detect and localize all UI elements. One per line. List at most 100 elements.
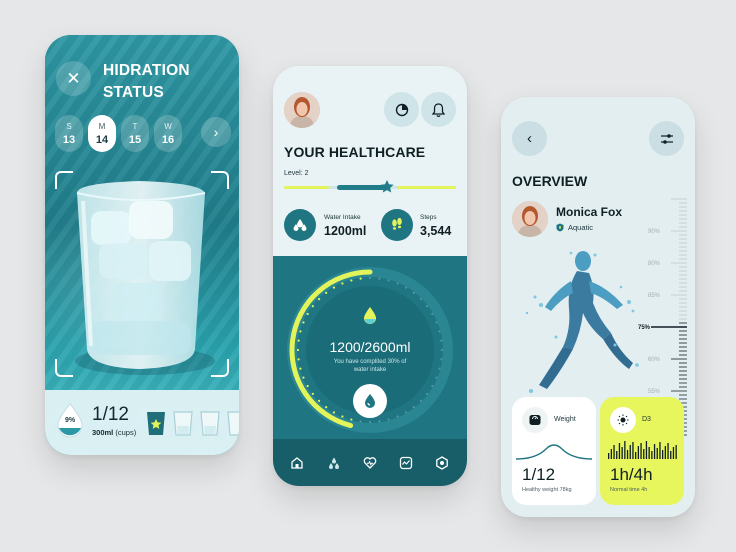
water-drop-icon (364, 307, 376, 324)
gauge-tick (332, 286, 336, 289)
day-letter: M (98, 121, 106, 131)
d3-subtitle: Normal time 4h (610, 487, 648, 493)
gauge-tick (435, 376, 438, 379)
add-water-button[interactable] (353, 384, 387, 418)
day-monday[interactable]: M 14 (88, 115, 116, 152)
ruler-label: 60% (648, 357, 661, 363)
day-sunday[interactable]: S 13 (55, 115, 83, 152)
close-button[interactable]: ✕ (56, 61, 91, 96)
gauge-tick (419, 399, 423, 403)
page-title: YOUR HEALTHCARE (284, 144, 426, 160)
activity-icon[interactable] (399, 456, 413, 470)
cups-count: 1/12 (92, 404, 129, 425)
day-number: 15 (128, 133, 142, 146)
cup-filled-icon[interactable] (146, 410, 166, 436)
d3-bar (664, 446, 666, 459)
chevron-right-icon: › (213, 124, 219, 140)
profile-photo (512, 201, 548, 237)
gauge-tick (440, 358, 443, 361)
footsteps-icon (392, 217, 402, 230)
water-drop-icon (365, 394, 375, 408)
d3-bar (675, 445, 677, 459)
d3-bar (635, 452, 637, 459)
d3-bar (608, 453, 610, 459)
avatar[interactable] (512, 201, 548, 237)
gauge-tick (419, 297, 423, 301)
d3-value: 1h/4h (610, 465, 653, 484)
d3-bar (648, 447, 650, 459)
filter-button[interactable] (649, 121, 684, 156)
day-letter: W (164, 121, 172, 131)
weight-card[interactable]: Weight 1/12 Healthy weight 78kg (512, 397, 596, 505)
d3-bar (613, 445, 615, 459)
settings-icon[interactable] (435, 456, 449, 470)
ruler-label: 55% (648, 389, 661, 395)
day-tuesday[interactable]: T 15 (121, 115, 149, 152)
level-star-handle[interactable] (379, 179, 395, 195)
weight-subtitle: Healthy weight 78kg (522, 487, 572, 493)
scale-icon (529, 415, 541, 425)
cups-ml: 300ml (92, 428, 114, 437)
next-days-button[interactable]: › (201, 117, 231, 147)
d3-bar (653, 444, 656, 459)
hydration-percent: 9% (64, 417, 76, 424)
cup-empty-icon[interactable] (173, 410, 193, 436)
weight-curve (516, 444, 592, 460)
level-track-segment (397, 186, 456, 189)
healthcare-screen: YOUR HEALTHCARE Level: 2 Water Intake 12… (273, 66, 467, 486)
d3-bar (662, 450, 664, 459)
sliders-icon (660, 133, 673, 144)
day-letter: S (66, 121, 72, 131)
day-letter: T (132, 121, 138, 131)
d3-bar (659, 442, 661, 459)
gauge-tick (431, 312, 434, 316)
gauge-tick (396, 282, 399, 285)
gauge-tick (431, 384, 434, 388)
gauge-tick (306, 384, 309, 388)
d3-bar (632, 442, 634, 459)
gauge-tick (306, 312, 309, 316)
back-button[interactable]: ‹ (512, 121, 547, 156)
day-number: 13 (62, 133, 76, 146)
hydration-status-screen: ✕ HIDRATION STATUS S 13 M 14 T 15 W 16 › (45, 35, 239, 455)
water-intake-icon-wrap (284, 209, 316, 241)
d3-bar (616, 451, 618, 459)
d3-bar (645, 441, 648, 459)
d3-bar (626, 450, 629, 459)
gauge-tick (368, 420, 372, 424)
close-icon: ✕ (66, 68, 81, 88)
home-icon[interactable] (290, 456, 304, 470)
user-tag-label: Aquatic (568, 223, 594, 232)
ruler-label: 80% (648, 261, 661, 267)
gauge-tick (396, 415, 399, 418)
d3-bar (610, 449, 612, 459)
d3-icon-wrap (610, 407, 636, 433)
gauge-tick (412, 291, 415, 294)
gauge-tick (350, 279, 353, 282)
cups-panel: 9% 1/12 300ml (cups) (45, 390, 239, 455)
water-intake-value: 1200ml (324, 224, 367, 238)
d3-card[interactable]: D3 1h/4h Normal time 4h (600, 397, 684, 505)
stats-button[interactable] (384, 92, 419, 127)
notifications-button[interactable] (421, 92, 456, 127)
gauge-tick (404, 286, 408, 289)
avatar[interactable] (284, 92, 320, 128)
day-wednesday[interactable]: W 16 (154, 115, 182, 152)
cup-empty-icon[interactable] (200, 410, 220, 436)
heart-icon[interactable] (363, 456, 377, 470)
gauge-tick (317, 399, 321, 403)
drops-icon[interactable] (327, 456, 341, 470)
ruler-label: 85% (648, 293, 661, 299)
water-body-figure-image (525, 251, 639, 393)
gauge-tick (299, 367, 302, 370)
cup-empty-icon[interactable] (227, 410, 239, 436)
d3-bar (672, 447, 675, 459)
gauge-tick (350, 418, 353, 421)
gauge-tick (311, 305, 314, 308)
ruler-label: 90% (648, 229, 661, 235)
d3-bar (651, 451, 653, 459)
chevron-left-icon: ‹ (527, 130, 532, 147)
overview-screen: ‹ OVERVIEW Monica Fox Aquatic 90% 80% 85… (501, 97, 695, 517)
page-title: OVERVIEW (512, 173, 588, 189)
intake-subtitle: You have complited 30% of water intake (333, 359, 407, 373)
